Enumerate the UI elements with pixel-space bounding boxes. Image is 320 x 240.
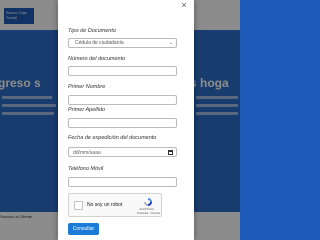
recaptcha-label: No soy un robot — [87, 202, 123, 208]
recaptcha-widget: No soy un robot reCAPTCHA Privacidad - T… — [68, 193, 162, 217]
primer-apellido-input[interactable] — [68, 118, 177, 128]
consultar-button[interactable]: Consultar — [68, 223, 99, 235]
calendar-icon[interactable] — [168, 150, 173, 155]
recaptcha-checkbox[interactable] — [74, 201, 83, 210]
numero-documento-input[interactable] — [68, 66, 177, 76]
fecha-expedicion-label: Fecha de expedición del documento — [68, 135, 157, 141]
primer-apellido-label: Primer Apellido — [68, 107, 106, 113]
tipo-documento-select[interactable]: Cédula de ciudadanía ⌄ — [68, 38, 177, 48]
primer-nombre-label: Primer Nombre — [68, 84, 106, 90]
primer-nombre-input[interactable] — [68, 95, 177, 105]
numero-documento-label: Número del documento — [68, 56, 126, 62]
consulta-modal: × Tipo de Documento Cédula de ciudadanía… — [58, 0, 194, 240]
tipo-documento-label: Tipo de Documento — [68, 28, 116, 34]
telefono-movil-label: Teléfono Móvil — [68, 166, 104, 172]
close-icon[interactable]: × — [178, 0, 190, 10]
chevron-down-icon: ⌄ — [168, 40, 173, 46]
tipo-documento-value: Cédula de ciudadanía — [75, 40, 124, 46]
fecha-expedicion-input[interactable]: dd/mm/aaaa — [68, 147, 177, 157]
recaptcha-brand: reCAPTCHA — [139, 208, 154, 211]
telefono-movil-input[interactable] — [68, 177, 177, 187]
fecha-expedicion-placeholder: dd/mm/aaaa — [73, 149, 101, 156]
recaptcha-icon — [144, 198, 152, 206]
recaptcha-links[interactable]: Privacidad - Términos — [137, 212, 160, 215]
